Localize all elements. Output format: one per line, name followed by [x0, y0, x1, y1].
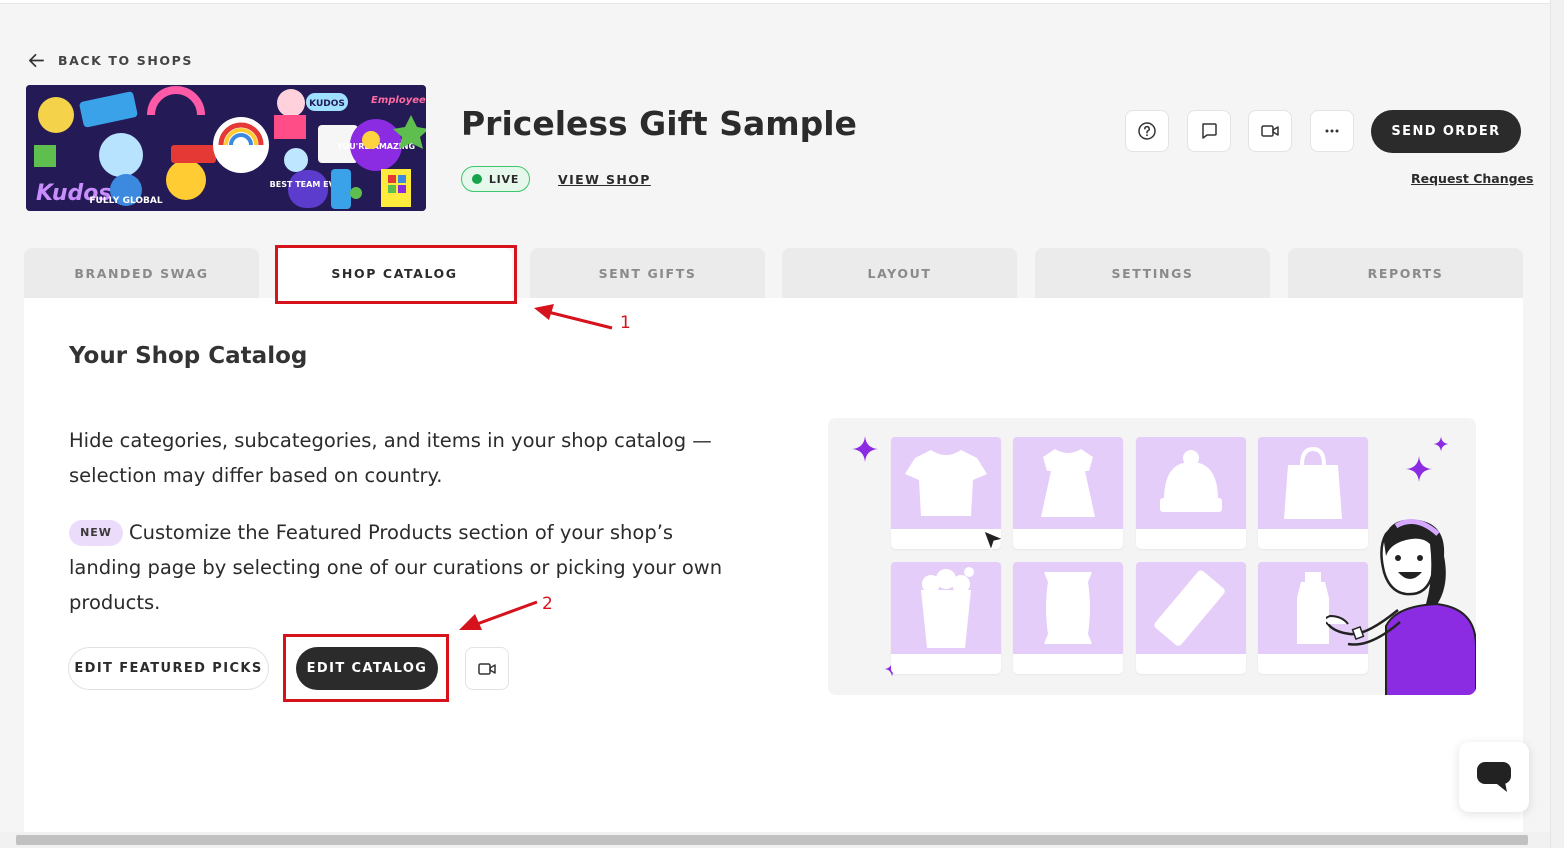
svg-text:FULLY GLOBAL: FULLY GLOBAL: [89, 196, 162, 206]
beanie-icon: [1160, 450, 1222, 512]
chat-bubble-icon: [1202, 123, 1217, 139]
annotation-box-2: [283, 634, 449, 702]
tab-branded-swag[interactable]: BRANDED SWAG: [24, 248, 259, 298]
status-label: LIVE: [488, 172, 520, 186]
tab-settings[interactable]: SETTINGS: [1035, 248, 1270, 298]
svg-text:Employee Engagement: Employee Engagement: [371, 95, 426, 106]
product-card: [1013, 562, 1123, 674]
back-to-shops-link[interactable]: BACK TO SHOPS: [27, 51, 193, 70]
annotation-number-2: 2: [542, 594, 553, 614]
annotation-number-1: 1: [620, 313, 631, 333]
help-icon: [1138, 122, 1156, 140]
tshirt-icon: [905, 450, 987, 516]
product-card: [1136, 562, 1246, 674]
shopping-bag-icon: [1284, 446, 1342, 519]
arrow-left-icon: [28, 53, 45, 68]
sparkle-icon: [1433, 436, 1449, 452]
annotation-arrow-2: [459, 600, 538, 630]
sparkle-icon: [852, 436, 878, 462]
chat-icon: [1477, 762, 1511, 792]
live-dot-icon: [471, 174, 482, 184]
help-button[interactable]: [1125, 110, 1169, 152]
back-to-shops-label: BACK TO SHOPS: [58, 53, 193, 68]
dress-icon: [1041, 449, 1095, 517]
chocolate-bar-icon: [1154, 570, 1225, 646]
scrollbar-thumb[interactable]: [16, 835, 1528, 845]
send-order-button[interactable]: SEND ORDER: [1371, 110, 1521, 153]
shop-banner-image: Kudos FULLY GLOBAL KUDOS Employee Engage…: [26, 85, 426, 211]
new-badge: NEW: [69, 520, 123, 546]
video-icon: [1261, 125, 1279, 137]
edit-featured-picks-button[interactable]: EDIT FEATURED PICKS: [68, 647, 269, 690]
comment-button[interactable]: [1187, 110, 1231, 152]
more-options-button[interactable]: [1310, 110, 1354, 152]
vertical-scrollbar[interactable]: [1550, 0, 1564, 848]
chat-widget-button[interactable]: [1459, 742, 1529, 812]
view-shop-link[interactable]: VIEW SHOP: [558, 172, 651, 187]
status-badge: LIVE: [461, 166, 530, 192]
chip-bag-icon: [1044, 572, 1092, 644]
product-card: [1013, 437, 1123, 549]
tab-sent-gifts[interactable]: SENT GIFTS: [530, 248, 765, 298]
popcorn-icon: [921, 567, 974, 648]
catalog-description: Hide categories, subcategories, and item…: [69, 429, 712, 487]
featured-description: NEW Customize the Featured Products secti…: [69, 515, 739, 620]
svg-text:KUDOS: KUDOS: [309, 99, 345, 109]
annotation-arrow-1: [534, 304, 613, 330]
tab-layout[interactable]: LAYOUT: [782, 248, 1017, 298]
annotation-box-1: [275, 245, 517, 304]
top-border: [0, 0, 1550, 4]
catalog-illustration: [828, 418, 1476, 695]
product-card: [1136, 437, 1246, 549]
product-card: [891, 562, 1001, 674]
catalog-title: Your Shop Catalog: [69, 343, 308, 369]
request-changes-link[interactable]: Request Changes: [1411, 171, 1533, 186]
shop-title: Priceless Gift Sample: [461, 104, 857, 143]
catalog-video-button[interactable]: [465, 647, 509, 690]
tab-reports[interactable]: REPORTS: [1288, 248, 1523, 298]
horizontal-scrollbar[interactable]: [0, 832, 1550, 848]
featured-text: Customize the Featured Products section …: [69, 521, 723, 614]
cursor-icon: [983, 530, 1005, 552]
person-illustration: [1326, 519, 1476, 695]
video-button[interactable]: [1248, 110, 1292, 152]
sparkle-icon: [1406, 456, 1432, 482]
video-icon: [478, 662, 496, 675]
more-icon: [1325, 129, 1339, 133]
